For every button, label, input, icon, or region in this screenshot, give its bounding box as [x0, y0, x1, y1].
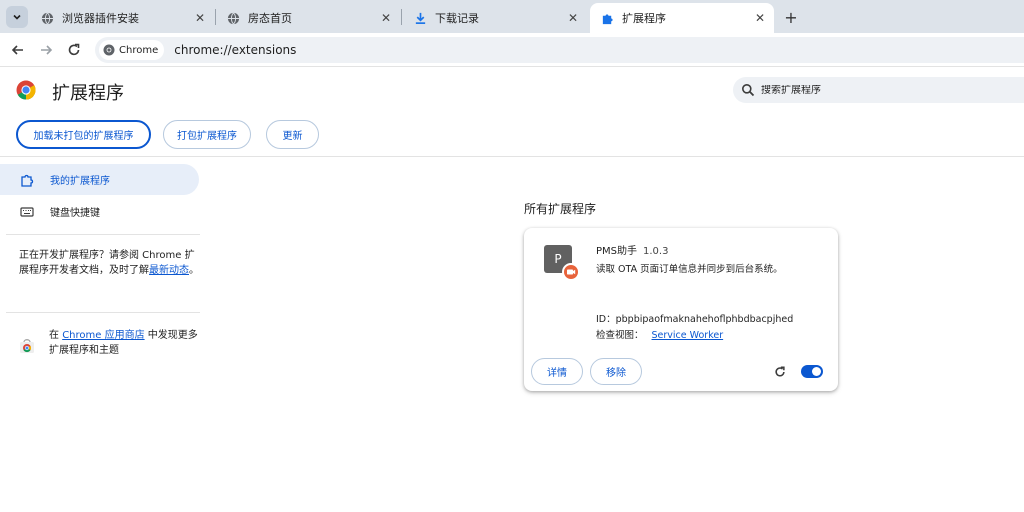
chrome-logo-icon — [16, 80, 36, 100]
browser-toolbar: Chrome chrome://extensions — [0, 33, 1024, 67]
extension-card: P PMS助手 1.0.3 读取 OTA 页面订单信息并同步到后台系统。 ID：p… — [524, 228, 838, 391]
forward-button[interactable] — [35, 39, 57, 61]
extension-id-row: ID：pbpbipaofmaknahehoflphbdbacpjhed — [596, 311, 793, 325]
reload-icon — [775, 366, 785, 377]
url-text[interactable]: chrome://extensions — [174, 43, 296, 57]
plus-icon: + — [784, 7, 798, 27]
sidebar-item-label: 我的扩展程序 — [50, 176, 110, 187]
chrome-web-store-link[interactable]: Chrome 应用商店 — [62, 330, 144, 341]
close-icon[interactable]: ✕ — [752, 10, 768, 26]
tab-browser-plugin-install[interactable]: 浏览器插件安装 ✕ — [30, 3, 214, 33]
download-icon — [413, 11, 427, 25]
close-icon[interactable]: ✕ — [378, 10, 394, 26]
tab-search-dropdown-button[interactable] — [6, 6, 28, 28]
close-icon[interactable]: ✕ — [192, 10, 208, 26]
tab-label: 浏览器插件安装 — [62, 12, 139, 25]
extension-title: PMS助手 1.0.3 — [596, 242, 668, 257]
sidebar-item-my-extensions[interactable]: 我的扩展程序 — [0, 164, 199, 195]
close-icon[interactable]: ✕ — [565, 10, 581, 26]
page-title: 扩展程序 — [52, 83, 124, 104]
tab-extensions[interactable]: 扩展程序 ✕ — [590, 3, 774, 33]
tab-label: 下载记录 — [435, 12, 479, 25]
chrome-logo-icon — [103, 44, 115, 56]
reload-icon — [68, 43, 80, 56]
sidebar-item-label: 键盘快捷键 — [50, 208, 100, 219]
keyboard-icon — [20, 205, 34, 219]
tab-label: 扩展程序 — [622, 12, 666, 25]
all-extensions-heading: 所有扩展程序 — [524, 202, 597, 216]
search-icon — [742, 84, 755, 97]
back-button[interactable] — [7, 39, 29, 61]
inspect-views-label: 检查视图： — [596, 330, 644, 341]
web-store-promo: 在 Chrome 应用商店 中发现更多扩展程序和主题 — [19, 328, 204, 358]
reload-extension-button[interactable] — [772, 364, 788, 380]
web-store-prefix: 在 — [49, 330, 63, 341]
site-info-chip[interactable]: Chrome — [99, 40, 165, 60]
developer-notice: 正在开发扩展程序？请参阅 Chrome 扩展程序开发者文档，及时了解最新动态。 — [19, 248, 199, 278]
extension-description: 读取 OTA 页面订单信息并同步到后台系统。 — [596, 264, 783, 275]
tab-room-status-home[interactable]: 房态首页 ✕ — [216, 3, 400, 33]
extension-version: 1.0.3 — [643, 246, 669, 257]
extension-outline-icon — [20, 173, 34, 187]
search-input[interactable] — [761, 84, 1011, 96]
tab-strip: 浏览器插件安装 ✕ 房态首页 ✕ 下载记录 ✕ 扩展程序 ✕ + — [0, 0, 1024, 33]
search-extensions-box[interactable] — [733, 77, 1024, 103]
globe-icon — [226, 11, 240, 25]
globe-icon — [40, 11, 54, 25]
web-store-text: 在 Chrome 应用商店 中发现更多扩展程序和主题 — [49, 328, 204, 358]
extension-id: pbpbipaofmaknahehoflphbdbacpjhed — [615, 314, 794, 325]
service-worker-link[interactable]: Service Worker — [652, 330, 724, 341]
puzzle-icon — [600, 11, 614, 25]
chrome-web-store-icon — [20, 339, 34, 353]
new-tab-button[interactable]: + — [780, 6, 802, 28]
tab-downloads[interactable]: 下载记录 ✕ — [403, 3, 587, 33]
sidebar-divider — [6, 234, 200, 235]
extensions-header: 扩展程序 加载未打包的扩展程序 打包扩展程序 更新 — [0, 67, 1024, 157]
load-unpacked-button[interactable]: 加载未打包的扩展程序 — [16, 120, 151, 149]
reload-button[interactable] — [63, 39, 85, 61]
address-bar[interactable]: Chrome chrome://extensions — [95, 37, 1024, 63]
video-badge-icon — [562, 263, 580, 281]
toggle-knob — [812, 367, 821, 376]
tab-label: 房态首页 — [248, 12, 292, 25]
chevron-down-icon — [13, 14, 21, 20]
developer-notice-suffix: 。 — [189, 265, 199, 276]
arrow-left-icon — [11, 45, 23, 55]
latest-news-link[interactable]: 最新动态 — [149, 265, 189, 276]
details-button[interactable]: 详情 — [531, 358, 583, 385]
extension-icon-letter: P — [554, 252, 562, 266]
site-chip-label: Chrome — [119, 44, 159, 56]
sidebar-item-keyboard-shortcuts[interactable]: 键盘快捷键 — [0, 196, 199, 227]
sidebar-divider — [6, 312, 200, 313]
extension-id-label: ID： — [596, 314, 616, 325]
arrow-right-icon — [41, 45, 53, 55]
extension-name: PMS助手 — [596, 246, 638, 257]
pack-extension-button[interactable]: 打包扩展程序 — [163, 120, 251, 149]
sidebar: 我的扩展程序 键盘快捷键 正在开发扩展程序？请参阅 Chrome 扩展程序开发者… — [0, 158, 206, 512]
enable-extension-toggle[interactable] — [801, 365, 823, 378]
remove-button[interactable]: 移除 — [590, 358, 642, 385]
inspect-views-row: 检查视图： Service Worker — [596, 327, 723, 341]
tab-separator — [401, 9, 402, 25]
update-button[interactable]: 更新 — [266, 120, 319, 149]
